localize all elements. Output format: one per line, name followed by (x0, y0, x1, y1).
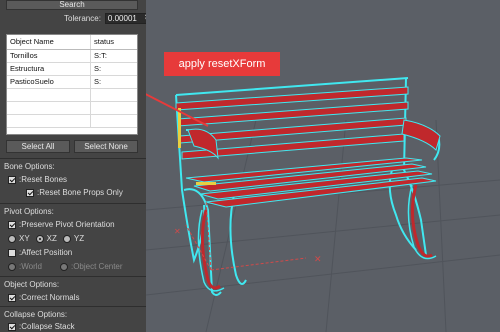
affect-position-checkbox[interactable]: :Affect Position (8, 248, 72, 257)
object-list[interactable]: Object Name status Tornillos S:T: Estruc… (6, 34, 138, 135)
correct-normals-label: :Correct Normals (19, 293, 80, 302)
pivot-options-title: Pivot Options: (4, 207, 54, 216)
checkbox-icon[interactable] (8, 220, 16, 229)
preserve-pivot-orientation-label: :Preserve Pivot Orientation (19, 220, 115, 229)
radio-object-center-label: :Object Center (70, 262, 123, 271)
object-name-cell: PasticoSuelo (7, 76, 91, 88)
select-all-button[interactable]: Select All (6, 140, 70, 153)
viewport[interactable]: ✕ ✕ (146, 0, 500, 332)
annotation-callout: apply resetXForm (164, 52, 280, 76)
list-item (7, 115, 137, 128)
column-status[interactable]: status (91, 35, 137, 49)
divider (0, 203, 146, 204)
correct-normals-checkbox[interactable]: :Correct Normals (8, 293, 79, 302)
list-item (7, 89, 137, 102)
checkbox-icon[interactable] (8, 293, 16, 302)
list-item[interactable]: Tornillos S:T: (7, 50, 137, 63)
radio-yz-label: YZ (73, 234, 85, 243)
object-name-cell: Tornillos (7, 50, 91, 62)
tolerance-spinner[interactable]: 0.00001 ▲▼ (104, 12, 151, 24)
affect-position-label: :Affect Position (19, 248, 73, 257)
object-options-title: Object Options: (4, 280, 60, 289)
radio-xy-label: XY (19, 234, 30, 243)
gizmo-z-glyph: ✕ (174, 227, 181, 236)
list-item[interactable]: PasticoSuelo S: (7, 76, 137, 89)
collapse-options-title: Collapse Options: (4, 310, 68, 319)
divider (0, 306, 146, 307)
list-item[interactable]: Estructura S: (7, 63, 137, 76)
radio-xz-label: XZ (46, 234, 57, 243)
checkbox-icon[interactable] (8, 175, 16, 184)
reset-bones-checkbox[interactable]: :Reset Bones (8, 175, 67, 184)
bone-options-title: Bone Options: (4, 162, 55, 171)
checkbox-icon[interactable] (8, 322, 16, 331)
select-none-button[interactable]: Select None (74, 140, 138, 153)
seat-slats (185, 157, 437, 208)
checkbox-icon[interactable] (8, 248, 16, 257)
radio-xy[interactable] (8, 234, 16, 243)
list-header: Object Name status (7, 35, 137, 50)
radio-world-label: :World (19, 262, 42, 271)
preserve-pivot-orientation-checkbox[interactable]: :Preserve Pivot Orientation (8, 220, 115, 229)
radio-yz[interactable] (62, 234, 71, 243)
tolerance-value: 0.00001 (107, 13, 137, 23)
tolerance-label: Tolerance: (64, 13, 101, 23)
tolerance-row: Tolerance: 0.00001 ▲▼ (64, 12, 151, 24)
collapse-stack-label: :Collapse Stack (19, 322, 75, 331)
reset-xform-panel: Search Tolerance: 0.00001 ▲▼ Object Name… (0, 0, 151, 332)
divider (0, 158, 146, 159)
object-name-cell: Estructura (7, 63, 91, 75)
reset-bone-props-label: :Reset Bone Props Only (37, 188, 123, 197)
gizmo-x-glyph: ✕ (314, 254, 322, 264)
reset-bones-label: :Reset Bones (19, 175, 68, 184)
status-cell: S: (94, 64, 102, 73)
radio-world (8, 262, 16, 271)
divider (0, 276, 146, 277)
list-item (7, 102, 137, 115)
radio-object-center (59, 262, 68, 271)
radio-xz[interactable] (35, 234, 44, 243)
checkbox-icon[interactable] (26, 188, 34, 197)
bench-scene: ✕ ✕ (146, 77, 500, 332)
status-cell: S: (94, 77, 102, 86)
collapse-stack-checkbox[interactable]: :Collapse Stack (8, 322, 75, 331)
axis-radio-group: XY XZ YZ (8, 234, 84, 243)
reset-bone-props-checkbox[interactable]: :Reset Bone Props Only (26, 188, 123, 197)
status-cell: S:T: (94, 51, 107, 60)
column-object-name[interactable]: Object Name (7, 35, 91, 49)
position-radio-group: :World :Object Center (8, 262, 123, 271)
search-button[interactable]: Search (6, 0, 138, 10)
